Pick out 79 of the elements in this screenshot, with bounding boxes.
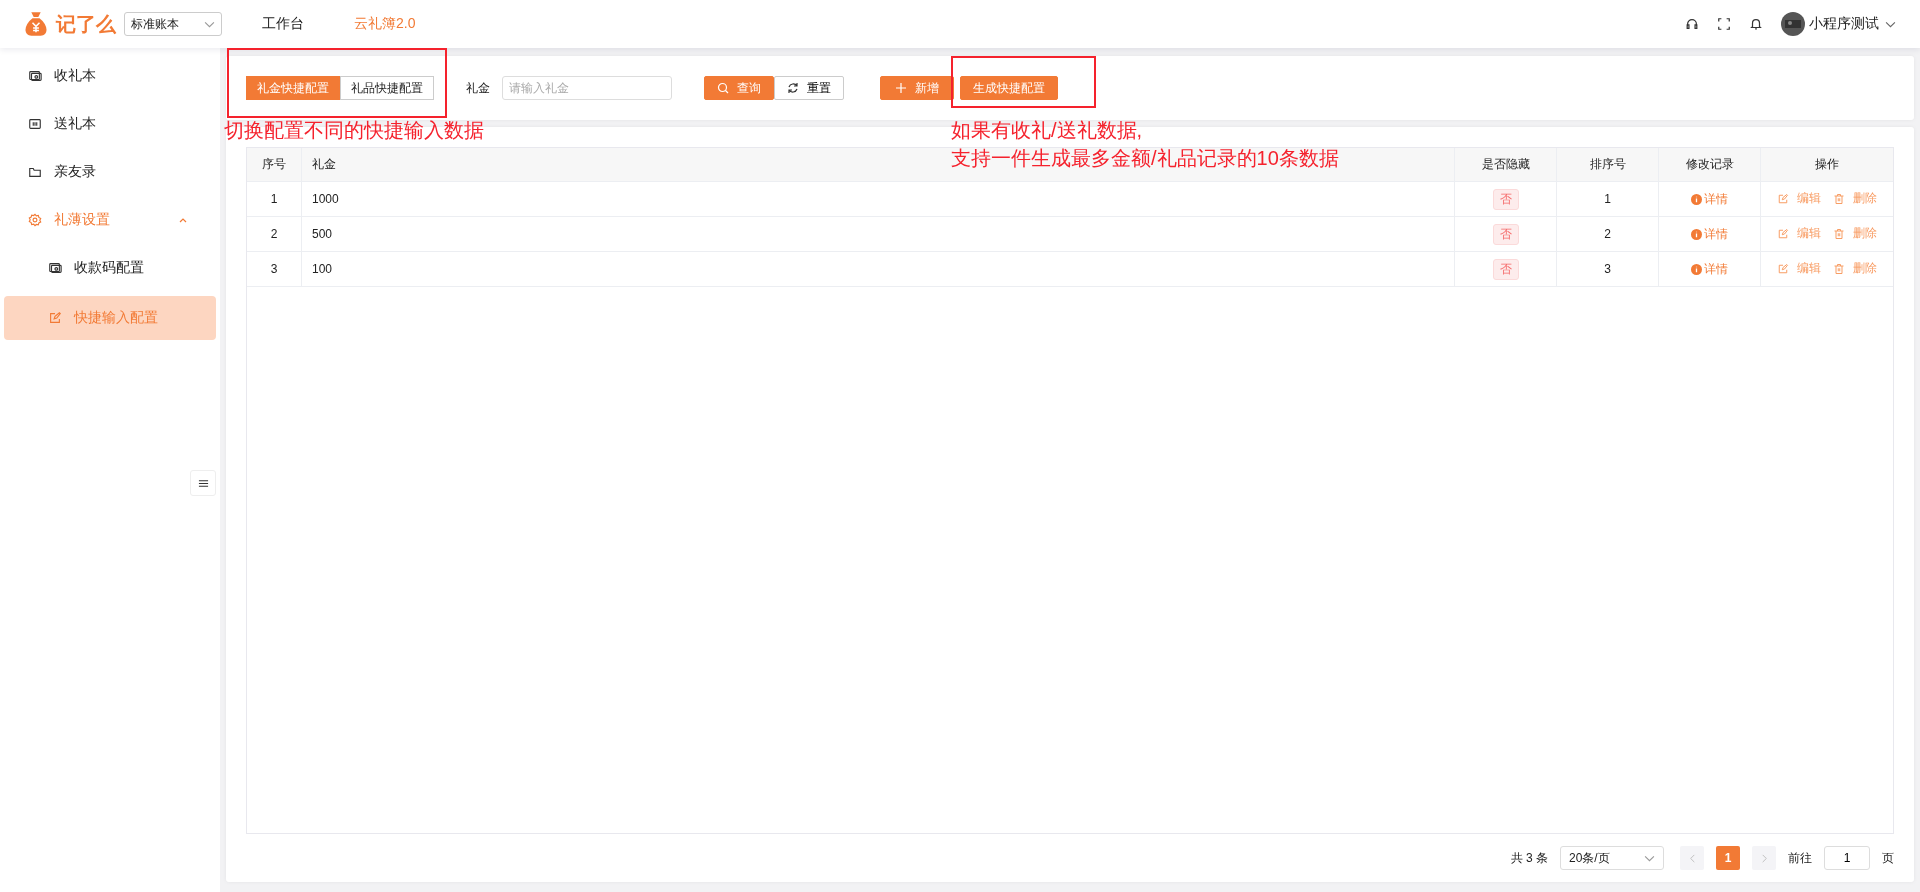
user-name[interactable]: 小程序测试 (1809, 15, 1879, 33)
app-logo-text: 记了么 (56, 11, 116, 37)
annotation-note: 如果有收礼/送礼数据, 支持一件生成最多金额/礼品记录的10条数据 (951, 118, 1339, 171)
sidebar-item[interactable]: 收礼本 (4, 56, 216, 96)
table-cell: 3 (247, 251, 302, 287)
status-tag: 否 (1492, 258, 1519, 280)
tab[interactable]: 礼品快捷配置 (340, 76, 434, 100)
sidebar-item[interactable]: 快捷输入配置 (4, 296, 216, 340)
total-count: 共 3 条 (1510, 849, 1548, 867)
gift-money-field[interactable]: 请输入礼金 (502, 76, 672, 100)
table-cell: 1000 (301, 181, 1455, 217)
info-icon (1691, 228, 1702, 240)
edit-icon (48, 311, 62, 325)
info-icon (1691, 193, 1702, 205)
search-icon (717, 82, 729, 94)
column-header: 是否隐藏 (1454, 148, 1557, 182)
trash-icon (1833, 227, 1845, 240)
avatar[interactable] (1781, 12, 1805, 36)
delete-link[interactable]: 删除 (1833, 260, 1877, 278)
page-unit-label: 页 (1882, 849, 1894, 867)
info-icon (1691, 263, 1702, 275)
plus-icon (895, 82, 907, 94)
table-cell: 500 (301, 216, 1455, 252)
trash-icon (1833, 192, 1845, 205)
delete-link[interactable]: 删除 (1833, 190, 1877, 208)
annotation-note: 切换配置不同的快捷输入数据 (224, 118, 484, 143)
chevron-left-icon (1687, 853, 1697, 863)
goto-label: 前往 (1788, 849, 1812, 867)
sidebar-item[interactable]: 收款码配置 (4, 248, 216, 288)
headset-icon[interactable] (1685, 17, 1699, 31)
page-button[interactable]: 1 (1716, 846, 1740, 870)
table-cell: 1 (1556, 181, 1659, 217)
tab[interactable]: 礼金快捷配置 (246, 76, 340, 100)
edit-icon (1777, 192, 1789, 205)
refresh-icon (787, 82, 799, 94)
column-header: 操作 (1760, 148, 1893, 182)
column-header: 排序号 (1556, 148, 1659, 182)
column-header: 序号 (247, 148, 302, 182)
delete-link[interactable]: 删除 (1833, 225, 1877, 243)
field-label: 礼金 (466, 79, 490, 97)
chevron-right-icon (1759, 853, 1769, 863)
status-tag: 否 (1492, 223, 1519, 245)
sidebar-item[interactable]: 礼薄设置 (4, 200, 216, 240)
book-select[interactable]: 标准账本 (124, 12, 222, 36)
table-cell: 3 (1556, 251, 1659, 287)
table-cell: 2 (247, 216, 302, 252)
bell-icon[interactable] (1749, 17, 1763, 31)
table-cell: 1 (247, 181, 302, 217)
folder-icon (28, 165, 42, 179)
edit-icon (1777, 227, 1789, 240)
wallet-icon (28, 69, 42, 83)
edit-link[interactable]: 编辑 (1777, 225, 1821, 243)
details-link[interactable]: 详情 (1691, 260, 1728, 278)
menu-toggle-button[interactable] (190, 470, 216, 496)
wallet-icon (48, 261, 62, 275)
settings-icon (28, 213, 42, 227)
query-button[interactable]: 查询 (704, 76, 774, 100)
nav-link[interactable]: 工作台 (262, 15, 304, 33)
edit-link[interactable]: 编辑 (1777, 190, 1821, 208)
details-link[interactable]: 详情 (1691, 225, 1728, 243)
column-header: 修改记录 (1658, 148, 1761, 182)
menu-icon (197, 477, 209, 489)
edit-icon (1777, 262, 1789, 275)
table-cell: 2 (1556, 216, 1659, 252)
sidebar-item[interactable]: 亲友录 (4, 152, 216, 192)
edit-link[interactable]: 编辑 (1777, 260, 1821, 278)
add-button[interactable]: 新增 (880, 76, 954, 100)
trash-icon (1833, 262, 1845, 275)
page-number-field[interactable]: 1 (1824, 846, 1870, 870)
table-cell: 100 (301, 251, 1455, 287)
generate-config-button[interactable]: 生成快捷配置 (960, 76, 1058, 100)
status-tag: 否 (1492, 188, 1519, 210)
nav-link[interactable]: 云礼簿2.0 (354, 15, 416, 33)
reset-button[interactable]: 重置 (774, 76, 844, 100)
details-link[interactable]: 详情 (1691, 190, 1728, 208)
sidebar-item[interactable]: 送礼本 (4, 104, 216, 144)
card-icon (28, 117, 42, 131)
fullscreen-icon[interactable] (1717, 17, 1731, 31)
page-size-select[interactable]: 20条/页 (1560, 846, 1664, 870)
